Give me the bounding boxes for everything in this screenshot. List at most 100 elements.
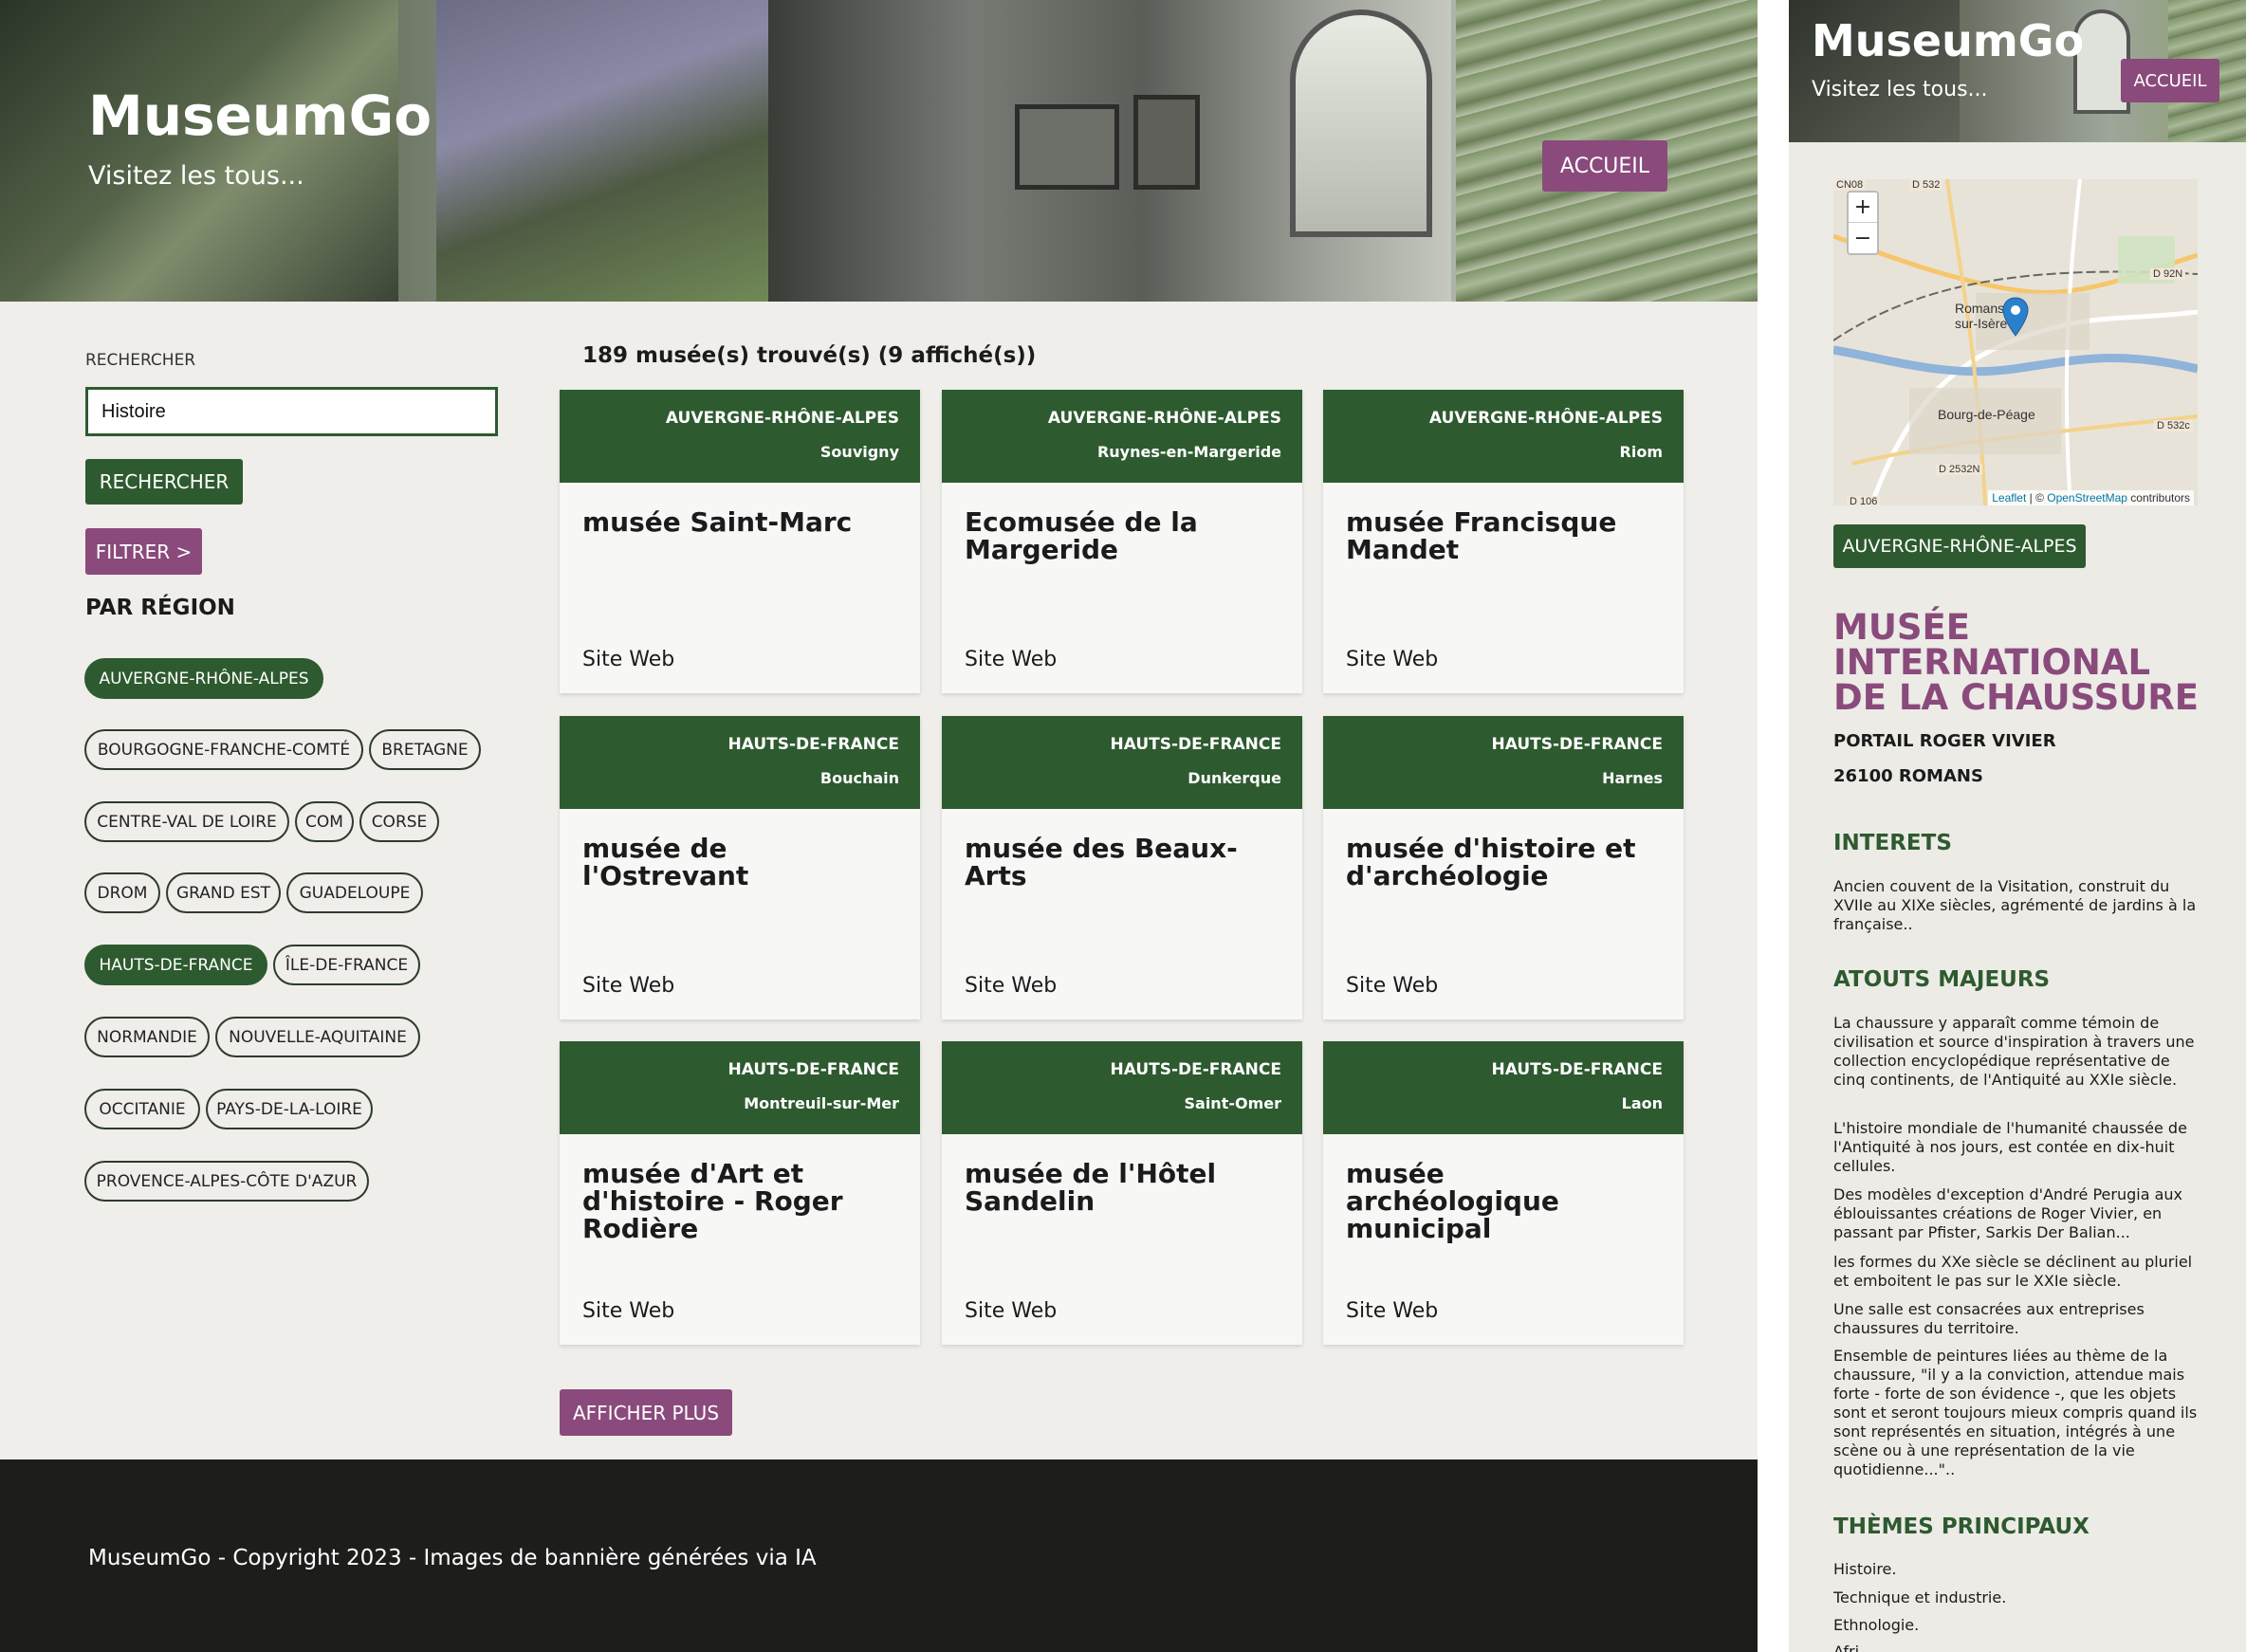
card-website-link[interactable]: Site Web (1346, 1299, 1438, 1323)
museum-card[interactable]: HAUTS-DE-FRANCE Montreuil-sur-Mer musée … (560, 1041, 920, 1345)
region-chip-nouvelle-aquitaine[interactable]: NOUVELLE-AQUITAINE (215, 1017, 420, 1057)
atouts-heading: ATOUTS MAJEURS (1833, 967, 2051, 992)
map-road-label: CN08 (1833, 179, 1867, 191)
card-city: Harnes (1602, 769, 1663, 787)
region-chip-hauts-de-france[interactable]: HAUTS-DE-FRANCE (84, 945, 267, 985)
map-road-label: D 532c (2154, 420, 2193, 431)
card-website-link[interactable]: Site Web (582, 648, 674, 671)
search-button[interactable]: RECHERCHER (85, 459, 243, 505)
museum-card[interactable]: HAUTS-DE-FRANCE Bouchain musée de l'Ostr… (560, 716, 920, 1019)
card-region: AUVERGNE-RHÔNE-ALPES (1047, 409, 1281, 428)
card-region: HAUTS-DE-FRANCE (1110, 735, 1281, 754)
map-zoom-control: + − (1847, 191, 1879, 255)
show-more-button[interactable]: AFFICHER PLUS (560, 1389, 732, 1436)
search-input[interactable] (85, 387, 498, 436)
banner-frame-2 (1133, 95, 1200, 190)
museum-name: MUSÉE INTERNATIONAL DE LA CHAUSSURE (1833, 607, 2200, 718)
card-region: HAUTS-DE-FRANCE (727, 735, 899, 754)
atout-item: Des modèles d'exception d'André Perugia … (1833, 1185, 2183, 1241)
card-city: Dunkerque (1187, 769, 1281, 787)
card-website-link[interactable]: Site Web (582, 1299, 674, 1323)
card-city: Souvigny (819, 443, 899, 461)
footer: MuseumGo - Copyright 2023 - Images de ba… (0, 1459, 1760, 1652)
museum-card[interactable]: AUVERGNE-RHÔNE-ALPES Ruynes-en-Margeride… (942, 390, 1302, 693)
results-count: 189 musée(s) trouvé(s) (9 affiché(s)) (582, 343, 1037, 368)
region-filter-heading: PAR RÉGION (85, 596, 235, 620)
site-title: MuseumGo (88, 83, 433, 148)
card-website-link[interactable]: Site Web (1346, 974, 1438, 998)
map-place-bourg-de-peage: Bourg-de-Péage (1938, 407, 2035, 422)
atout-item: La chaussure y apparaît comme témoin de … (1833, 1014, 2195, 1089)
region-chip-bourgogne-franche-comte[interactable]: BOURGOGNE-FRANCHE-COMTÉ (84, 729, 363, 770)
panel-site-subtitle: Visitez les tous... (1812, 78, 1988, 101)
atout-item: Une salle est consacrées aux entreprises… (1833, 1300, 2145, 1337)
theme-item: Ethnologie. (1833, 1616, 1920, 1634)
card-city: Ruynes-en-Margeride (1096, 443, 1281, 461)
region-chip-corse[interactable]: CORSE (359, 801, 439, 842)
museum-card[interactable]: HAUTS-DE-FRANCE Harnes musée d'histoire … (1323, 716, 1684, 1019)
region-chip-centre-val-de-loire[interactable]: CENTRE-VAL DE LOIRE (84, 801, 289, 842)
museum-card[interactable]: AUVERGNE-RHÔNE-ALPES Riom musée Francisq… (1323, 390, 1684, 693)
region-chip-com[interactable]: COM (295, 801, 354, 842)
region-chip-grand-est[interactable]: GRAND EST (166, 872, 281, 913)
region-chip-ile-de-france[interactable]: ÎLE-DE-FRANCE (273, 945, 420, 985)
region-chip-bretagne[interactable]: BRETAGNE (369, 729, 481, 770)
region-chip-pays-de-la-loire[interactable]: PAYS-DE-LA-LOIRE (206, 1089, 373, 1129)
card-title: musée Saint-Marc (582, 506, 853, 538)
card-website-link[interactable]: Site Web (965, 1299, 1057, 1323)
region-chip-auvergne-rhone-alpes[interactable]: AUVERGNE-RHÔNE-ALPES (84, 658, 323, 699)
region-chip-drom[interactable]: DROM (84, 872, 160, 913)
museum-region-badge[interactable]: AUVERGNE-RHÔNE-ALPES (1833, 524, 2086, 568)
card-region: HAUTS-DE-FRANCE (1110, 1060, 1281, 1079)
main-page: MuseumGo Visitez les tous... ACCUEIL REC… (0, 0, 1760, 1652)
panel-header-banner: MuseumGo Visitez les tous... ACCUEIL (1789, 0, 2246, 142)
panel-home-button[interactable]: ACCUEIL (2121, 59, 2219, 102)
filter-button[interactable]: FILTRER > (85, 528, 202, 575)
card-header: HAUTS-DE-FRANCE Saint-Omer (942, 1041, 1302, 1134)
map-marker-icon[interactable] (2002, 297, 2029, 337)
themes-heading: THÈMES PRINCIPAUX (1833, 1514, 2090, 1539)
card-region: HAUTS-DE-FRANCE (1491, 1060, 1663, 1079)
card-website-link[interactable]: Site Web (965, 648, 1057, 671)
region-chip-occitanie[interactable]: OCCITANIE (84, 1089, 200, 1129)
home-button[interactable]: ACCUEIL (1542, 140, 1667, 192)
attribution-tail: contributors (2126, 491, 2190, 505)
card-title: musée de l'Ostrevant (582, 833, 749, 891)
interets-text: Ancien couvent de la Visitation, constru… (1833, 877, 2197, 933)
card-header: HAUTS-DE-FRANCE Bouchain (560, 716, 920, 809)
map-road-label: D 92N (2150, 268, 2186, 280)
atout-item: les formes du XXe siècle se déclinent au… (1833, 1253, 2193, 1290)
museum-card[interactable]: HAUTS-DE-FRANCE Saint-Omer musée de l'Hô… (942, 1041, 1302, 1345)
card-header: HAUTS-DE-FRANCE Montreuil-sur-Mer (560, 1041, 920, 1134)
search-label: RECHERCHER (85, 351, 196, 370)
osm-link[interactable]: OpenStreetMap (2047, 491, 2127, 505)
theme-item: Histoire. (1833, 1560, 1897, 1578)
attribution-separator: | © (2026, 491, 2048, 505)
card-website-link[interactable]: Site Web (965, 974, 1057, 998)
atout-item: Ensemble de peintures liées au thème de … (1833, 1347, 2198, 1478)
museum-card[interactable]: HAUTS-DE-FRANCE Dunkerque musée des Beau… (942, 716, 1302, 1019)
card-title: musée d'histoire et d'archéologie (1346, 833, 1636, 891)
card-title: musée archéologique municipal (1346, 1158, 1559, 1244)
panel-divider (1758, 0, 1789, 1652)
region-chip-provence-alpes-cote-dazur[interactable]: PROVENCE-ALPES-CÔTE D'AZUR (84, 1161, 369, 1202)
zoom-in-button[interactable]: + (1849, 193, 1877, 223)
leaflet-link[interactable]: Leaflet (1992, 491, 2026, 505)
card-city: Montreuil-sur-Mer (744, 1094, 899, 1112)
card-region: HAUTS-DE-FRANCE (727, 1060, 899, 1079)
card-header: AUVERGNE-RHÔNE-ALPES Ruynes-en-Margeride (942, 390, 1302, 483)
card-website-link[interactable]: Site Web (1346, 648, 1438, 671)
museum-card[interactable]: AUVERGNE-RHÔNE-ALPES Souvigny musée Sain… (560, 390, 920, 693)
museum-card[interactable]: HAUTS-DE-FRANCE Laon musée archéologique… (1323, 1041, 1684, 1345)
map-attribution: Leaflet | © OpenStreetMap contributors (1988, 490, 2194, 505)
card-website-link[interactable]: Site Web (582, 974, 674, 998)
zoom-out-button[interactable]: − (1849, 223, 1877, 253)
card-title: musée d'Art et d'histoire - Roger Rodièr… (582, 1158, 843, 1244)
card-region: AUVERGNE-RHÔNE-ALPES (665, 409, 899, 428)
region-chip-guadeloupe[interactable]: GUADELOUPE (286, 872, 423, 913)
card-title: musée de l'Hôtel Sandelin (965, 1158, 1217, 1217)
atout-item: L'histoire mondiale de l'humanité chauss… (1833, 1119, 2187, 1175)
location-map[interactable]: Romans-sur-Isère Bourg-de-Péage D 532 D … (1833, 179, 2198, 505)
card-region: HAUTS-DE-FRANCE (1491, 735, 1663, 754)
region-chip-normandie[interactable]: NORMANDIE (84, 1017, 210, 1057)
